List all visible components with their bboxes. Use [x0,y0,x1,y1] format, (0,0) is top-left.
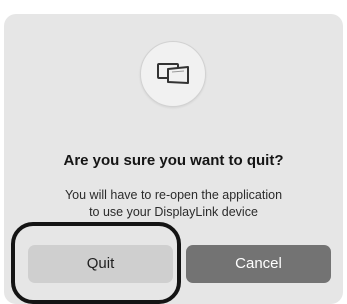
dialog-message-line-1: You will have to re-open the application [64,188,283,202]
dialog-message-line-2: to use your DisplayLink device [89,205,258,219]
dialog-message: You will have to re-open the application… [20,187,327,221]
display-icon [157,63,189,84]
displaylink-app-icon [140,41,206,107]
cancel-button[interactable]: Cancel [186,245,331,283]
quit-button[interactable]: Quit [28,245,173,283]
dialog-title: Are you sure you want to quit? [63,152,284,169]
